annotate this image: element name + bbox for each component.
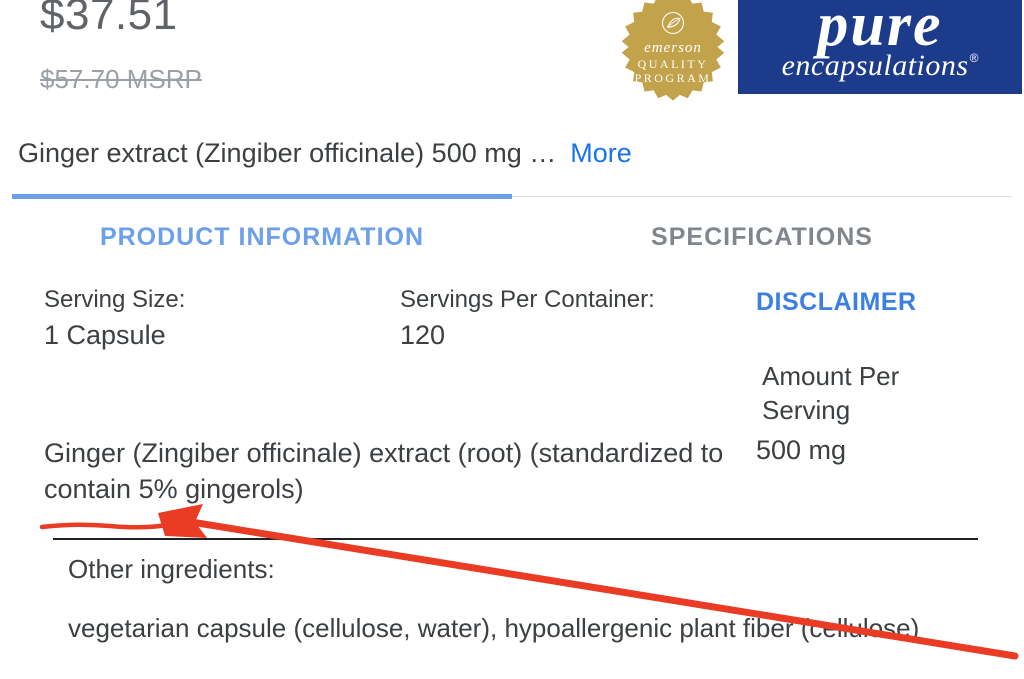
info-columns: Serving Size: 1 Capsule Servings Per Con… [44,286,986,351]
product-information-panel: Serving Size: 1 Capsule Servings Per Con… [12,274,1012,644]
brand-main: pure [817,0,942,51]
registered-icon: ® [970,51,979,65]
price-current: $37.51 [40,0,202,40]
other-ingredients-label: Other ingredients: [68,554,986,585]
more-link[interactable]: More [570,138,632,169]
servings-per-container-col: Servings Per Container: 120 [400,286,736,351]
badge-text: emerson QUALITY PROGRAM [616,0,730,104]
summary-row: Ginger extract (Zingiber officinale) 500… [18,138,632,169]
tabs: PRODUCT INFORMATION SPECIFICATIONS [12,196,1012,274]
badge-line-2: QUALITY [638,57,709,71]
top-strip: $37.51 $57.70 MSRP emerson QUALITY PROGR… [12,0,1012,196]
leaf-icon [659,9,687,37]
brand-logo: pure encapsulations ® [736,0,1024,96]
other-ingredients-value: vegetarian capsule (cellulose, water), h… [68,613,986,644]
ingredient-row: Ginger (Zingiber officinale) extract (ro… [44,435,986,508]
amount-per-serving-header: Amount Per Serving [762,360,992,428]
servings-per-container-label: Servings Per Container: [400,286,736,314]
summary-text: Ginger extract (Zingiber officinale) 500… [18,138,556,169]
tab-product-information[interactable]: PRODUCT INFORMATION [12,197,512,274]
serving-size-label: Serving Size: [44,286,380,314]
price-block: $37.51 $57.70 MSRP [40,0,202,95]
ingredient-divider [53,538,978,540]
brand-sub-wrap: encapsulations ® [782,49,979,83]
ingredient-name: Ginger (Zingiber officinale) extract (ro… [44,435,728,508]
serving-size-value: 1 Capsule [44,320,380,351]
tab-specifications[interactable]: SPECIFICATIONS [512,197,1012,274]
servings-per-container-value: 120 [400,320,736,351]
quality-badge: emerson QUALITY PROGRAM [616,0,730,104]
serving-size-col: Serving Size: 1 Capsule [44,286,380,351]
badge-line-3: PROGRAM [635,71,712,85]
product-detail-page: $37.51 $57.70 MSRP emerson QUALITY PROGR… [0,0,1024,679]
brand-sub: encapsulations [782,49,969,83]
tab-underline [12,194,512,199]
price-msrp: $57.70 MSRP [40,64,202,95]
disclaimer-link[interactable]: DISCLAIMER [756,288,986,317]
badge-line-1: emerson [644,39,702,57]
ingredient-amount: 500 mg [756,435,986,508]
disclaimer-col: DISCLAIMER [756,286,986,351]
